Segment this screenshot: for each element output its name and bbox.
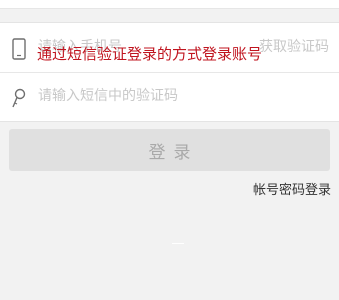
phone-input[interactable] <box>38 35 248 59</box>
phone-row: 获取验证码 <box>0 23 339 72</box>
top-bar <box>0 0 339 9</box>
get-code-button[interactable]: 获取验证码 <box>259 36 329 58</box>
sms-code-input[interactable] <box>38 84 308 108</box>
code-row <box>0 72 339 121</box>
phone-icon <box>12 38 26 60</box>
login-button[interactable]: 登录 <box>9 129 330 171</box>
account-password-login-link[interactable]: 帐号密码登录 <box>253 182 331 200</box>
login-form: 获取验证码 通过短信验证登录的方式登录账号 <box>0 22 339 122</box>
faint-divider <box>172 243 184 244</box>
key-icon <box>12 88 26 108</box>
